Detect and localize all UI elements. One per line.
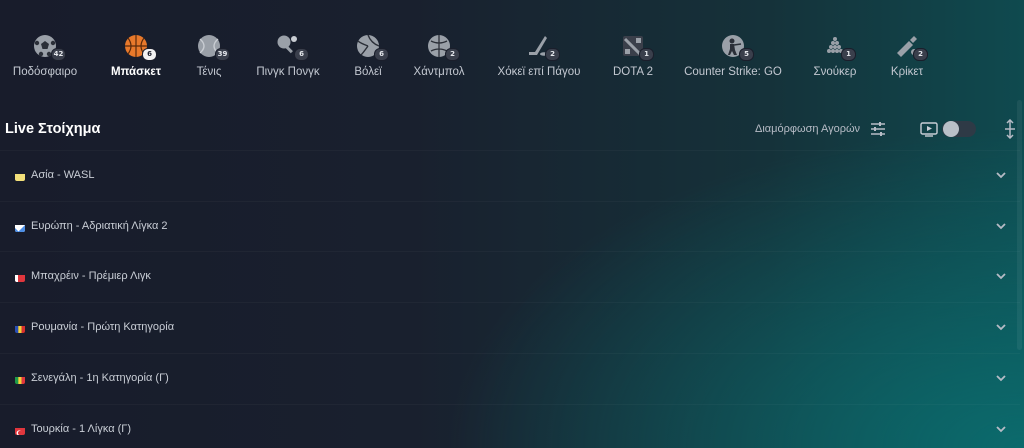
snooker-icon: 1 bbox=[822, 33, 856, 61]
sport-label: Μπάσκετ bbox=[110, 66, 161, 78]
europe-flag-icon bbox=[15, 222, 25, 232]
sport-dota2[interactable]: 1 DOTA 2 bbox=[612, 33, 654, 78]
sport-soccer[interactable]: 42 Ποδόσφαιρο bbox=[12, 33, 78, 78]
sport-label: Χάντμπολ bbox=[413, 66, 465, 78]
sport-label: Ποδόσφαιρο bbox=[12, 66, 78, 78]
chevron-down-icon[interactable] bbox=[995, 322, 1007, 332]
sport-label: Τένις bbox=[196, 66, 222, 78]
sport-label: Πινγκ Πονγκ bbox=[256, 66, 320, 78]
league-name: Ευρώπη - Αδριατική Λίγκα 2 bbox=[31, 220, 168, 232]
league-name: Ασία - WASL bbox=[31, 169, 95, 181]
sports-nav: 42 Ποδόσφαιρο 6 Μπάσκετ 39 Τένις 6 Πινγκ… bbox=[0, 0, 1010, 100]
live-stream-toggle[interactable] bbox=[942, 121, 976, 137]
ping-pong-icon: 6 bbox=[275, 33, 309, 61]
sport-volleyball[interactable]: 6 Βόλεϊ bbox=[352, 33, 389, 78]
bahrain-flag-icon bbox=[15, 272, 25, 282]
sport-basketball[interactable]: 6 Μπάσκετ bbox=[108, 33, 164, 78]
counter-strike-icon: 5 bbox=[720, 33, 754, 61]
sport-ice-hockey[interactable]: 2 Χόκεϊ επί Πάγου bbox=[496, 33, 582, 78]
asia-flag-icon bbox=[15, 171, 25, 181]
league-row[interactable]: Μπαχρέιν - Πρέμιερ Λιγκ bbox=[0, 251, 1020, 302]
sport-count-badge: 5 bbox=[739, 48, 754, 61]
sport-count-badge: 6 bbox=[294, 48, 309, 61]
handball-icon: 2 bbox=[426, 33, 460, 61]
league-name: Μπαχρέιν - Πρέμιερ Λιγκ bbox=[31, 270, 151, 282]
basketball-icon: 6 bbox=[123, 33, 157, 61]
league-row[interactable]: Ρουμανία - Πρώτη Κατηγορία bbox=[0, 302, 1020, 353]
live-stream-icon bbox=[920, 122, 938, 137]
league-name: Σενεγάλη - 1η Κατηγορία (Γ) bbox=[31, 372, 169, 384]
sport-count-badge: 2 bbox=[545, 48, 560, 61]
chevron-down-icon[interactable] bbox=[995, 170, 1007, 180]
romania-flag-icon bbox=[15, 323, 25, 333]
turkey-flag-icon bbox=[15, 425, 25, 435]
scrollbar[interactable] bbox=[1017, 100, 1022, 350]
sport-label: Κρίκετ bbox=[890, 66, 924, 78]
market-config-link[interactable]: Διαμόρφωση Αγορών bbox=[755, 123, 860, 135]
sport-count-badge: 1 bbox=[639, 48, 654, 61]
sport-count-badge: 6 bbox=[142, 48, 157, 61]
soccer-ball-icon: 42 bbox=[32, 33, 66, 61]
sport-tennis[interactable]: 39 Τένις bbox=[192, 33, 230, 78]
sport-ping-pong[interactable]: 6 Πινγκ Πονγκ bbox=[255, 33, 321, 78]
sport-label: DOTA 2 bbox=[612, 66, 654, 78]
cricket-icon: 2 bbox=[894, 33, 928, 61]
league-row[interactable]: Σενεγάλη - 1η Κατηγορία (Γ) bbox=[0, 353, 1020, 404]
sport-label: Χόκεϊ επί Πάγου bbox=[497, 66, 581, 78]
sport-count-badge: 2 bbox=[913, 48, 928, 61]
sport-counter-strike[interactable]: 5 Counter Strike: GO bbox=[684, 33, 782, 78]
chevron-down-icon[interactable] bbox=[995, 373, 1007, 383]
expand-collapse-icon[interactable] bbox=[1004, 119, 1016, 139]
sport-count-badge: 42 bbox=[51, 48, 66, 61]
ice-hockey-icon: 2 bbox=[526, 33, 560, 61]
league-row[interactable]: Τουρκία - 1 Λίγκα (Γ) bbox=[0, 404, 1020, 448]
sport-label: Counter Strike: GO bbox=[684, 66, 782, 78]
sport-count-badge: 1 bbox=[841, 48, 856, 61]
sport-count-badge: 6 bbox=[374, 48, 389, 61]
league-row[interactable]: Ασία - WASL bbox=[0, 150, 1020, 201]
dota-icon: 1 bbox=[620, 33, 654, 61]
league-name: Τουρκία - 1 Λίγκα (Γ) bbox=[31, 423, 132, 435]
chevron-down-icon[interactable] bbox=[995, 424, 1007, 434]
league-row[interactable]: Ευρώπη - Αδριατική Λίγκα 2 bbox=[0, 201, 1020, 252]
page-title: Live Στοίχημα bbox=[5, 121, 101, 137]
chevron-down-icon[interactable] bbox=[995, 271, 1007, 281]
sport-count-badge: 39 bbox=[215, 48, 230, 61]
sport-count-badge: 2 bbox=[445, 48, 460, 61]
senegal-flag-icon bbox=[15, 374, 25, 384]
volleyball-icon: 6 bbox=[355, 33, 389, 61]
chevron-down-icon[interactable] bbox=[995, 221, 1007, 231]
sport-cricket[interactable]: 2 Κρίκετ bbox=[887, 33, 928, 78]
tennis-ball-icon: 39 bbox=[196, 33, 230, 61]
live-header: Live Στοίχημα Διαμόρφωση Αγορών bbox=[0, 118, 1024, 144]
sport-handball[interactable]: 2 Χάντμπολ bbox=[413, 33, 465, 78]
tune-icon[interactable] bbox=[870, 122, 886, 136]
toggle-knob bbox=[943, 121, 959, 137]
league-name: Ρουμανία - Πρώτη Κατηγορία bbox=[31, 321, 175, 333]
sport-label: Σνούκερ bbox=[813, 66, 857, 78]
sport-label: Βόλεϊ bbox=[354, 66, 382, 78]
sport-snooker[interactable]: 1 Σνούκερ bbox=[811, 33, 859, 78]
